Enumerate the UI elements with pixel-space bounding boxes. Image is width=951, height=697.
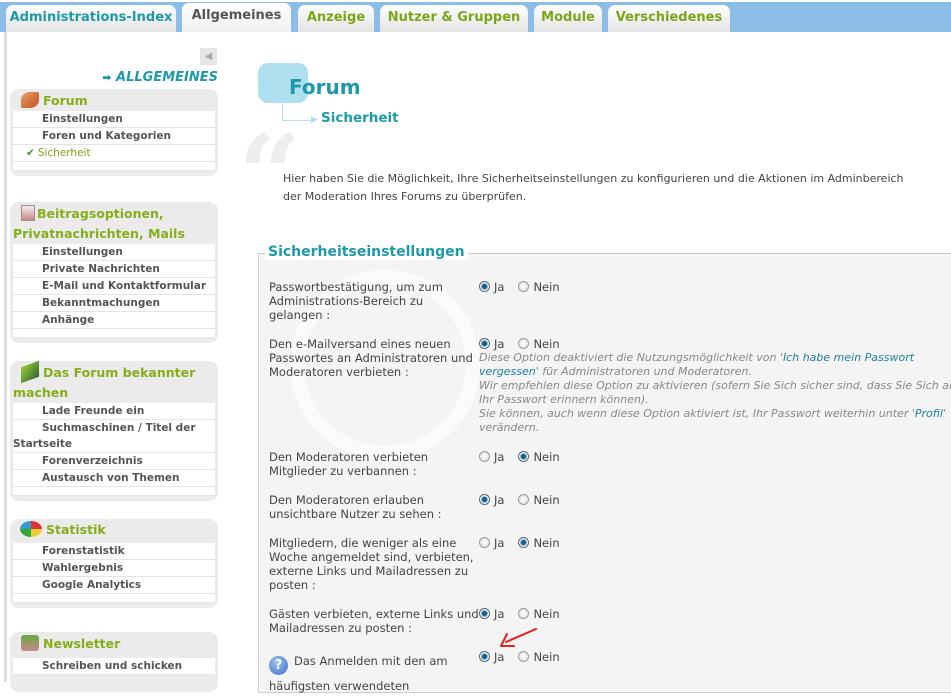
setting-label: Gästen verbieten, externe Links und Mail… (269, 607, 479, 635)
tab-anzeige[interactable]: Anzeige (298, 5, 374, 32)
sidebar-section-heading: ➡ ALLGEMEINES (98, 70, 218, 85)
box-title: Das Forum bekannter machen (13, 360, 215, 403)
box-title: Forum (13, 89, 215, 111)
tab-verschiedenes[interactable]: Verschiedenes (608, 5, 730, 32)
arrow-icon: ▶ (311, 115, 318, 125)
setting-label: Passwortbestätigung, um zum Administrati… (269, 280, 443, 322)
tab-nutzer-gruppen[interactable]: Nutzer & Gruppen (380, 5, 528, 32)
sidebar-box-forum-bekannter: Das Forum bekannter machen Lade Freunde … (10, 360, 218, 501)
settings-legend: Sicherheitseinstellungen (265, 244, 468, 260)
sidebar-item[interactable]: Forenstatistik (13, 543, 215, 560)
sidebar-item[interactable]: Anhänge (13, 312, 215, 329)
newsletter-icon (21, 635, 39, 651)
sidebar-box-newsletter: Newsletter Schreiben und schicken (10, 632, 218, 692)
sidebar-box-statistik: Statistik Forenstatistik Wahlergebnis Go… (10, 519, 218, 608)
collapse-sidebar-button[interactable]: ◀ (200, 48, 217, 65)
list-spacer (13, 594, 215, 603)
sidebar-item[interactable]: Austausch von Themen (13, 470, 215, 487)
radio-ja[interactable] (479, 338, 490, 349)
sidebar-item[interactable]: Forenverzeichnis (13, 453, 215, 470)
sidebar-item[interactable]: Suchmaschinen / Titel der Startseite (13, 420, 215, 453)
sidebar-item[interactable]: Einstellungen (13, 244, 215, 261)
box-title: Beitragsoptionen, Privatnachrichten, Mai… (13, 205, 185, 241)
radio-nein[interactable] (518, 451, 530, 462)
radio-ja[interactable] (479, 651, 490, 662)
box-title: Newsletter (13, 632, 215, 654)
setting-label: Den Moderatoren verbieten Mitglieder zu … (269, 450, 429, 478)
radio-nein[interactable] (518, 608, 530, 619)
tab-administrations-index[interactable]: Administrations-Index (6, 5, 176, 32)
sidebar-item-einstellungen[interactable]: Einstellungen (13, 111, 215, 128)
sidebar-item[interactable]: Lade Freunde ein (13, 403, 215, 420)
list-spacer (13, 329, 215, 338)
setting-label: Den Moderatoren erlauben unsichtbare Nut… (269, 493, 442, 521)
setting-label: Den e-Mailversand eines neuen Passwortes… (269, 337, 473, 379)
box-title: Statistik (13, 519, 215, 539)
list-spacer (13, 487, 215, 496)
question-icon[interactable]: ? (269, 656, 288, 675)
content-border (4, 32, 7, 682)
tab-module[interactable]: Module (534, 5, 602, 32)
mail-document-icon (21, 205, 35, 221)
page-subtitle: Sicherheit (321, 110, 399, 126)
radio-ja[interactable] (479, 494, 490, 505)
checkmark-icon: ✔ (26, 147, 35, 159)
sidebar-box-forum: Forum Einstellungen Foren und Kategorien… (10, 89, 218, 176)
radio-ja[interactable] (479, 537, 490, 548)
sidebar-item[interactable]: Private Nachrichten (13, 261, 215, 278)
sidebar-item[interactable]: Google Analytics (13, 577, 215, 594)
setting-label: Mitgliedern, die weniger als eine Woche … (269, 536, 474, 592)
growth-arrow-icon (21, 360, 39, 384)
tab-allgemeines[interactable]: Allgemeines (182, 3, 291, 32)
setting-label: ? Das Anmelden mit den am häufigsten verw… (269, 654, 448, 693)
pie-chart-icon (20, 521, 42, 537)
setting-help-text: Diese Option deaktiviert die Nutzungsmög… (479, 351, 951, 434)
page-title: Forum (289, 75, 361, 99)
sidebar-item-sicherheit[interactable]: ✔ Sicherheit (13, 145, 215, 162)
radio-ja[interactable] (479, 451, 490, 462)
radio-nein[interactable] (518, 651, 530, 662)
radio-nein[interactable] (518, 338, 530, 349)
radio-nein[interactable] (518, 494, 530, 505)
radio-ja[interactable] (479, 608, 490, 619)
sidebar-item[interactable]: Schreiben und schicken (13, 658, 215, 675)
arrow-icon: ➡ (102, 71, 112, 84)
sidebar-item[interactable]: E-Mail und Kontaktformular (13, 278, 215, 295)
page-intro: Hier haben Sie die Möglichkeit, Ihre Sic… (283, 172, 904, 203)
sidebar-item[interactable]: Wahlergebnis (13, 560, 215, 577)
profile-link[interactable]: Profil (915, 407, 943, 420)
radio-ja[interactable] (479, 281, 490, 292)
sidebar-item[interactable]: Bekanntmachungen (13, 295, 215, 312)
wrench-icon (21, 92, 39, 108)
sidebar-item-foren-kategorien[interactable]: Foren und Kategorien (13, 128, 215, 145)
section-heading-text: ALLGEMEINES (116, 70, 218, 85)
radio-nein[interactable] (518, 537, 530, 548)
red-arrow-annotation-icon (500, 628, 537, 647)
radio-nein[interactable] (518, 281, 530, 292)
sidebar-box-beitragsoptionen: Beitragsoptionen, Privatnachrichten, Mai… (10, 202, 218, 343)
list-spacer (13, 162, 215, 171)
